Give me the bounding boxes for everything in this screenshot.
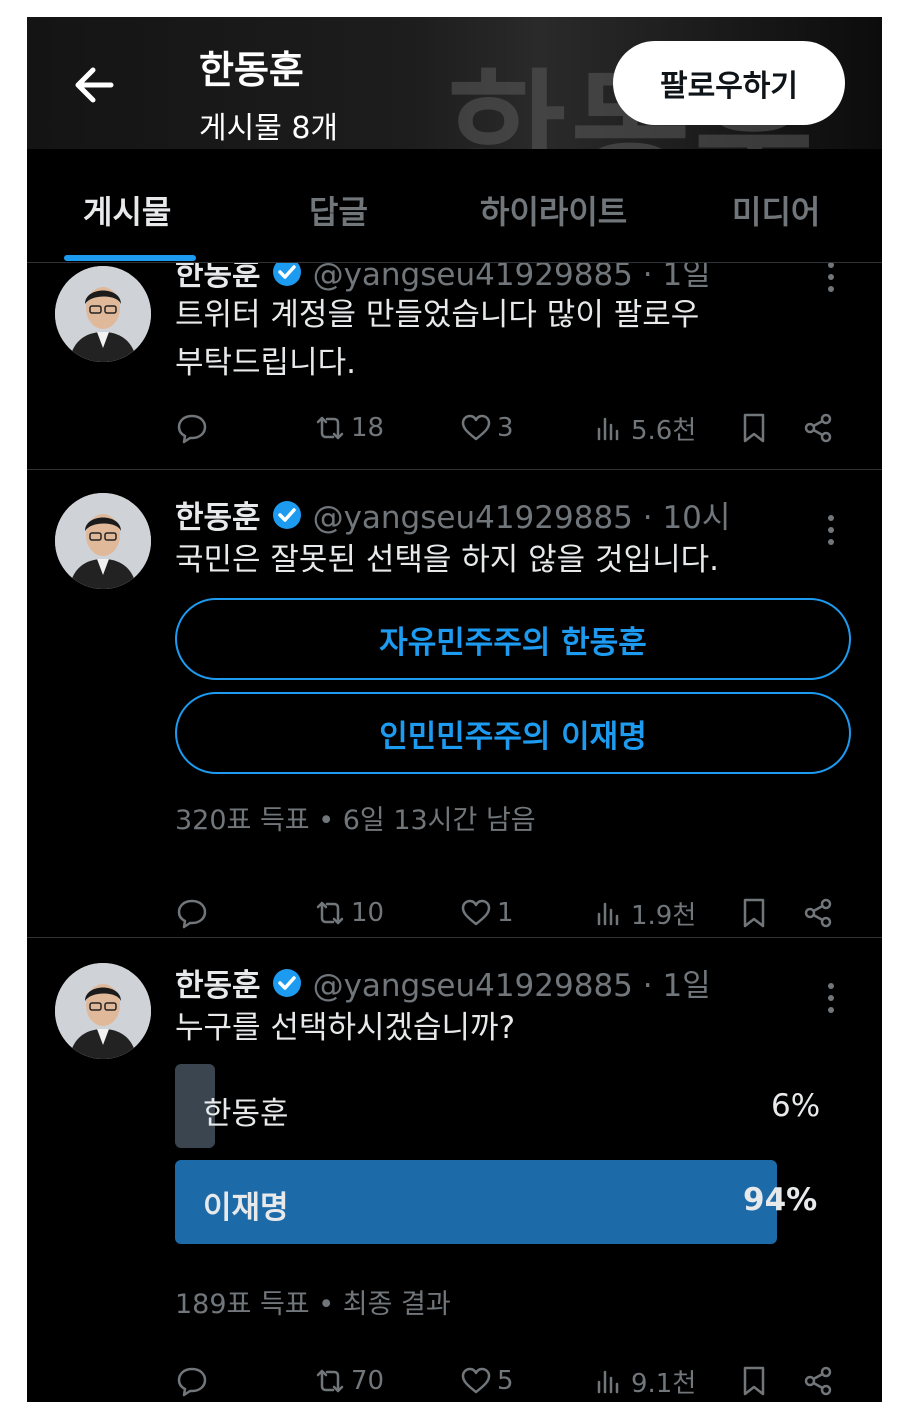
retweet-icon	[316, 416, 344, 440]
post-actions: 10 1 1.9천	[27, 888, 882, 937]
arrow-left-icon	[75, 67, 114, 103]
bookmark-button[interactable]	[737, 888, 775, 937]
avatar[interactable]	[55, 266, 151, 362]
post-text-line: 국민은 잘못된 선택을 하지 않을 것입니다.	[175, 542, 719, 578]
reply-button[interactable]	[175, 1356, 213, 1402]
post-count: 게시물 8개	[199, 111, 339, 146]
active-tab-indicator	[64, 255, 196, 261]
like-button[interactable]: 5	[459, 1356, 514, 1402]
reply-button[interactable]	[175, 403, 213, 453]
bookmark-icon	[743, 413, 765, 443]
tab-posts[interactable]: 게시물	[83, 187, 171, 233]
retweet-count: 18	[351, 413, 385, 443]
views-button[interactable]: 9.1천	[593, 1356, 696, 1402]
like-button[interactable]: 3	[459, 403, 514, 453]
retweet-button[interactable]: 10	[313, 888, 384, 937]
reply-button[interactable]	[175, 888, 213, 937]
post-text-line: 부탁드립니다.	[175, 345, 356, 381]
view-count: 9.1천	[631, 1368, 697, 1399]
profile-photo	[55, 493, 151, 589]
bookmark-button[interactable]	[737, 1356, 775, 1402]
avatar[interactable]	[55, 963, 151, 1059]
verified-badge-icon	[272, 968, 301, 997]
poll-option-2[interactable]: 인민민주주의 이재명	[175, 692, 851, 774]
view-count: 1.9천	[631, 900, 697, 931]
retweet-button[interactable]: 18	[313, 403, 384, 453]
views-icon	[597, 1370, 619, 1394]
screen: 한동훈 한동훈 게시물 8개 팔로우하기 게시물 답글 하이라이트 미디어	[27, 17, 882, 1402]
profile-tabs: 게시물 답글 하이라이트 미디어	[27, 149, 882, 263]
reply-icon	[177, 414, 207, 444]
author-handle[interactable]: @yangseu41929885 · 1일	[313, 263, 711, 294]
post-3[interactable]: 한동훈 @yangseu41929885 · 1일 누구를 선택하시겠습니까? …	[27, 938, 882, 1402]
profile-name: 한동훈	[199, 48, 304, 92]
tab-replies[interactable]: 답글	[309, 187, 368, 233]
back-button[interactable]	[67, 57, 123, 113]
follow-button[interactable]: 팔로우하기	[613, 41, 845, 125]
poll-result-percent: 6%	[771, 1088, 821, 1124]
like-count: 1	[497, 898, 514, 928]
post-actions: 70 5 9.1천	[27, 1356, 882, 1402]
tab-highlights[interactable]: 하이라이트	[480, 187, 627, 233]
poll-status: 189표 득표 • 최종 결과	[175, 1289, 451, 1320]
avatar[interactable]	[55, 493, 151, 589]
heart-icon	[461, 899, 491, 926]
post-header: 한동훈 @yangseu41929885 · 1일	[175, 263, 711, 294]
heart-icon	[461, 1367, 491, 1394]
poll-option-1[interactable]: 자유민주주의 한동훈	[175, 598, 851, 680]
reply-icon	[177, 1367, 207, 1397]
retweet-button[interactable]: 70	[313, 1356, 384, 1402]
profile-header: 한동훈 한동훈 게시물 8개 팔로우하기	[27, 17, 882, 149]
retweet-icon	[316, 901, 344, 925]
poll-result-label: 한동훈	[203, 1096, 289, 1132]
views-icon	[597, 417, 619, 441]
views-button[interactable]: 1.9천	[593, 888, 696, 937]
retweet-icon	[316, 1369, 344, 1393]
reply-icon	[177, 899, 207, 929]
heart-icon	[461, 414, 491, 441]
share-icon	[804, 413, 832, 443]
author-name[interactable]: 한동훈	[175, 263, 261, 294]
post-text: 트위터 계정을 만들었습니다 많이 팔로우 부탁드립니다.	[175, 291, 825, 387]
like-count: 5	[497, 1366, 514, 1396]
poll-result-label: 이재명	[203, 1190, 289, 1226]
author-handle[interactable]: @yangseu41929885 · 1일	[313, 960, 711, 1005]
share-icon	[804, 1366, 832, 1396]
author-handle[interactable]: @yangseu41929885 · 10시	[313, 492, 731, 537]
like-count: 3	[497, 413, 514, 443]
like-button[interactable]: 1	[459, 888, 514, 937]
bookmark-icon	[743, 1366, 765, 1396]
post-2[interactable]: 한동훈 @yangseu41929885 · 10시 국민은 잘못된 선택을 하…	[27, 470, 882, 937]
poll-status: 320표 득표 • 6일 13시간 남음	[175, 805, 536, 836]
more-vertical-icon[interactable]	[823, 978, 839, 1018]
share-icon	[804, 898, 832, 928]
post-text-line: 트위터 계정을 만들었습니다 많이 팔로우	[175, 297, 700, 333]
tab-media[interactable]: 미디어	[732, 187, 820, 233]
more-vertical-icon[interactable]	[823, 263, 839, 297]
view-count: 5.6천	[631, 415, 697, 446]
retweet-count: 10	[351, 898, 385, 928]
post-text: 국민은 잘못된 선택을 하지 않을 것입니다.	[175, 536, 855, 584]
views-button[interactable]: 5.6천	[593, 403, 696, 453]
bookmark-icon	[743, 898, 765, 928]
author-name[interactable]: 한동훈	[175, 492, 261, 537]
post-text-line: 누구를 선택하시겠습니까?	[175, 1010, 516, 1046]
post-text: 누구를 선택하시겠습니까?	[175, 1004, 825, 1052]
post-actions: 18 3 5.6천	[27, 403, 882, 453]
bookmark-button[interactable]	[737, 403, 775, 453]
verified-badge-icon	[272, 263, 301, 286]
verified-badge-icon	[272, 500, 301, 529]
post-1[interactable]: 한동훈 @yangseu41929885 · 1일 트위터 계정을 만들었습니다…	[27, 263, 882, 469]
retweet-count: 70	[351, 1366, 385, 1396]
author-name[interactable]: 한동훈	[175, 960, 261, 1005]
share-button[interactable]	[801, 888, 839, 937]
poll-result-percent: 94%	[743, 1182, 818, 1218]
profile-photo	[55, 266, 151, 362]
share-button[interactable]	[801, 1356, 839, 1402]
post-header: 한동훈 @yangseu41929885 · 1일	[175, 960, 711, 1005]
views-icon	[597, 902, 619, 926]
share-button[interactable]	[801, 403, 839, 453]
profile-photo	[55, 963, 151, 1059]
post-header: 한동훈 @yangseu41929885 · 10시	[175, 492, 730, 537]
